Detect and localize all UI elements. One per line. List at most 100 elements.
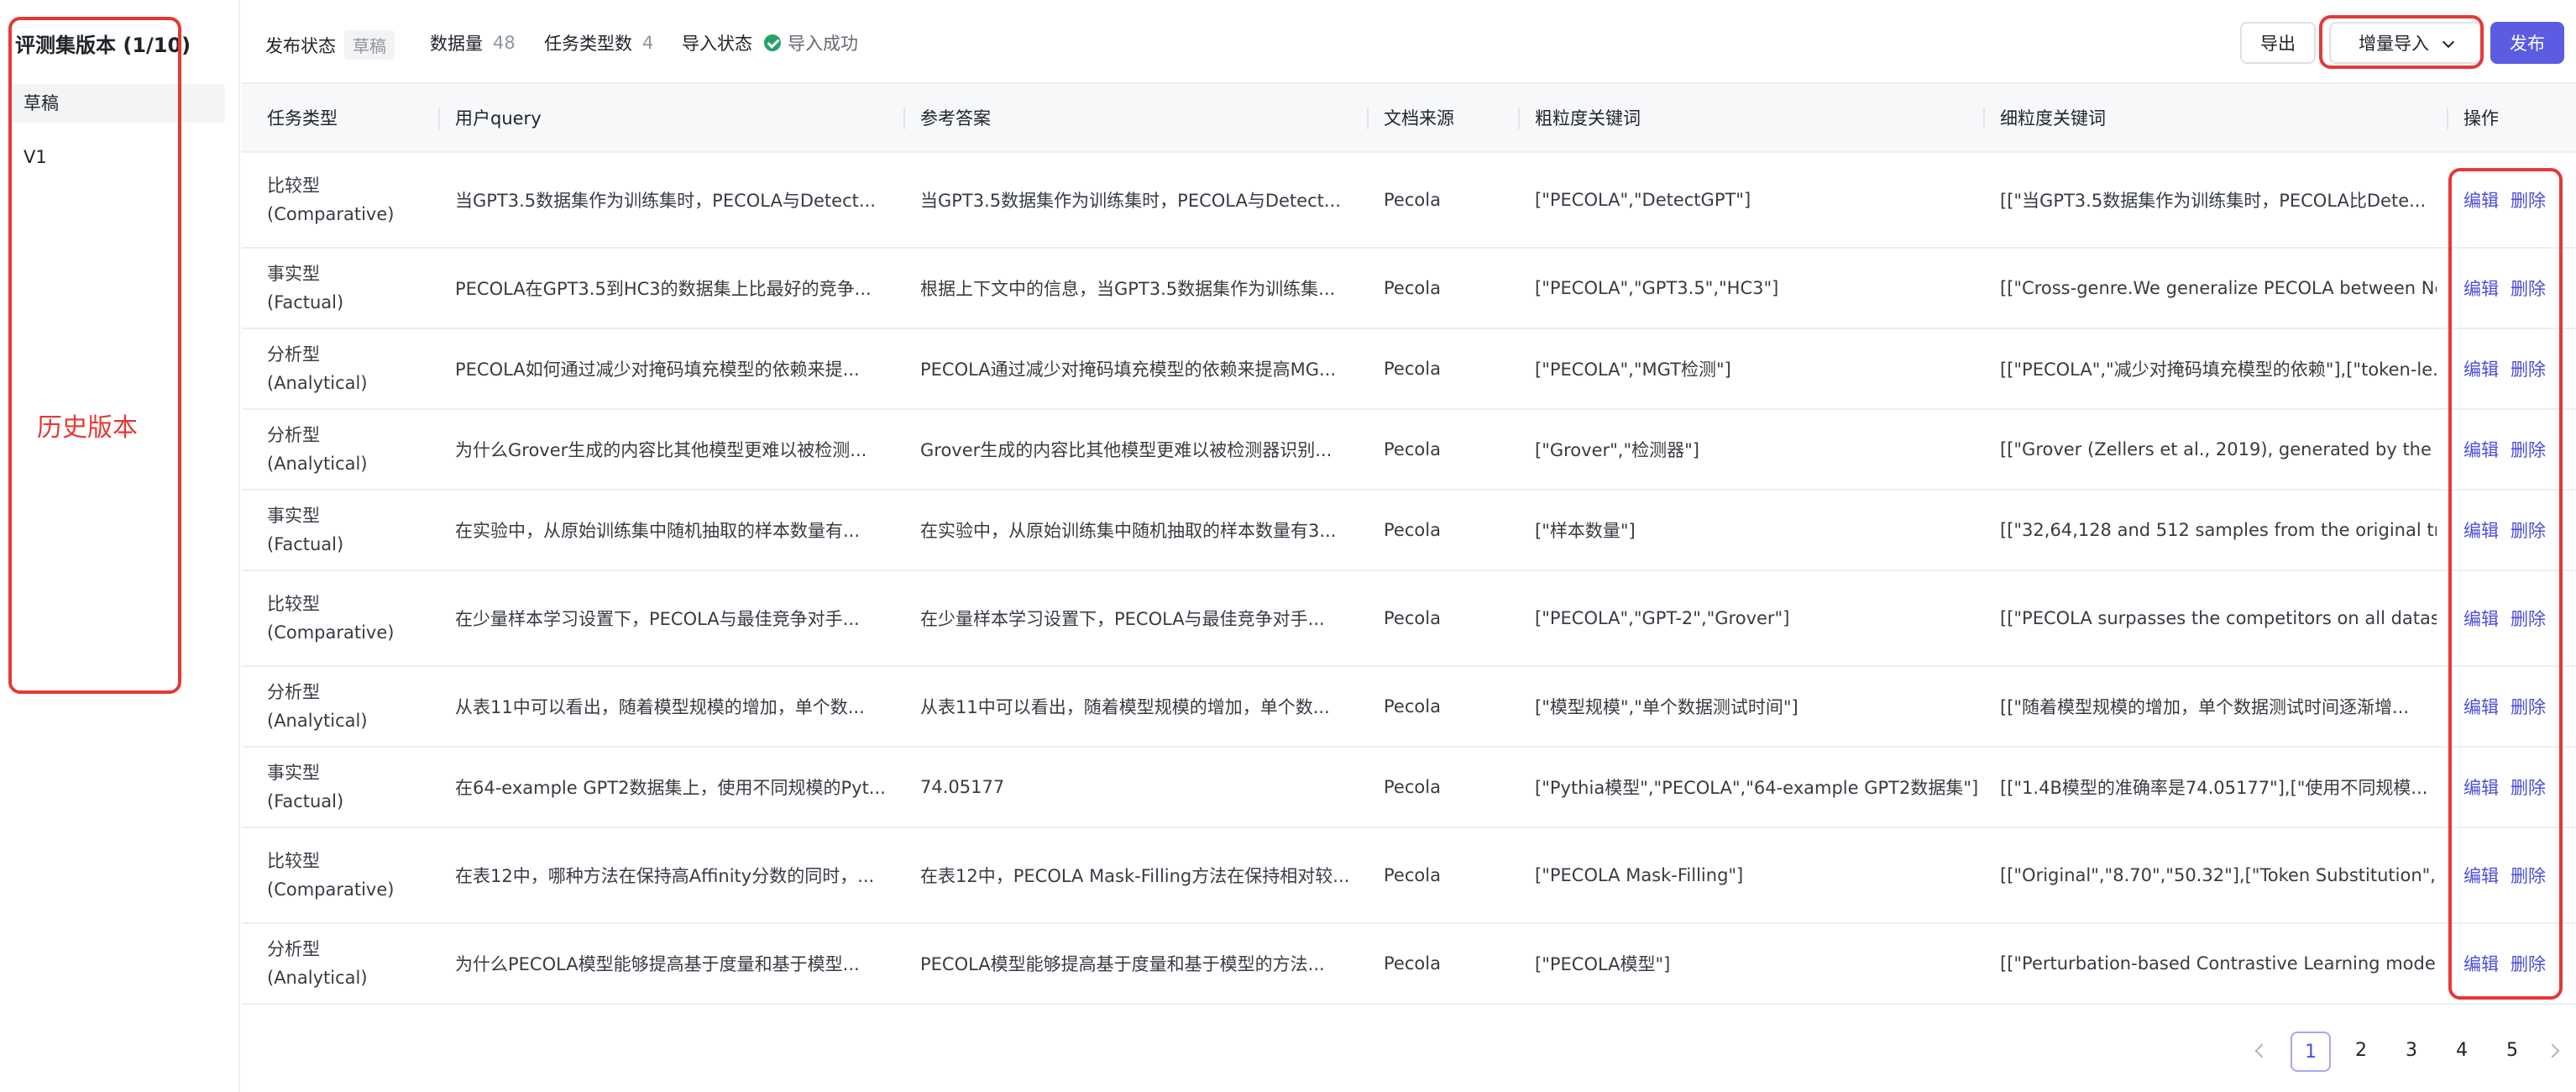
cell-source: Pecola <box>1384 153 1510 247</box>
cell-query-text: PECOLA在GPT3.5到HC3的数据集上比最好的竞争... <box>455 279 872 299</box>
cell-answer: 从表11中可以看出，随着模型规模的增加，单个数... <box>920 667 1357 746</box>
column-header-actions: 操作 <box>2447 84 2499 153</box>
cell-query-text: 当GPT3.5数据集作为训练集时，PECOLA与Detect... <box>455 191 876 211</box>
cell-source: Pecola <box>1384 924 1510 1003</box>
page-button-1[interactable]: 1 <box>2291 1032 2331 1072</box>
cell-answer-text: 在实验中，从原始训练集中随机抽取的样本数量有3... <box>920 521 1337 541</box>
cell-fine-keywords: [["Cross-genre.We generalize PECOLA betw… <box>2000 249 2437 328</box>
cell-fine-keywords: [["Original","8.70","50.32"],["Token Sub… <box>2000 828 2437 922</box>
cell-fine-keywords: [["随着模型规模的增加，单个数据测试时间逐渐增... <box>2000 667 2437 746</box>
delete-link[interactable]: 删除 <box>2511 606 2546 631</box>
version-item-draft[interactable]: 草稿 <box>10 84 225 123</box>
cell-task-type-text: 事实型(Factual) <box>267 264 344 312</box>
delete-link[interactable]: 删除 <box>2511 437 2546 462</box>
data-count: 数据量 48 <box>430 30 516 55</box>
cell-task-type: 事实型(Factual) <box>267 249 435 328</box>
cell-task-type: 事实型(Factual) <box>267 748 435 827</box>
cell-query-text: PECOLA如何通过减少对掩码填充模型的依赖来提... <box>455 360 860 380</box>
delete-link[interactable]: 删除 <box>2511 774 2546 800</box>
cell-answer-text: Grover生成的内容比其他模型更难以被检测器识别... <box>920 440 1333 460</box>
version-item-v1[interactable]: V1 <box>10 138 225 176</box>
cell-task-type: 分析型(Analytical) <box>267 924 435 1003</box>
cell-fine-keywords-text: [["Cross-genre.We generalize PECOLA betw… <box>2000 278 2437 298</box>
cell-source-text: Pecola <box>1384 359 1441 379</box>
cell-task-type-text: 分析型(Analytical) <box>267 344 368 393</box>
cell-answer-text: 根据上下文中的信息，当GPT3.5数据集作为训练集... <box>920 279 1336 299</box>
version-sidebar: 评测集版本 (1/10) 草稿 V1 <box>0 0 240 1092</box>
edit-link[interactable]: 编辑 <box>2463 774 2499 800</box>
table-row: 比较型(Comparative) 当GPT3.5数据集作为训练集时，PECOLA与… <box>242 153 2576 249</box>
cell-fine-keywords-text: [["1.4B模型的准确率是74.05177"],["使用不同规模... <box>2000 778 2428 798</box>
edit-link[interactable]: 编辑 <box>2463 276 2499 301</box>
edit-link[interactable]: 编辑 <box>2463 517 2499 543</box>
delete-link[interactable]: 删除 <box>2511 863 2546 888</box>
cell-answer-text: 在表12中，PECOLA Mask-Filling方法在保持相对较... <box>920 866 1350 886</box>
cell-task-type-text: 比较型(Comparative) <box>267 594 395 643</box>
incremental-import-dropdown[interactable]: 增量导入 <box>2329 22 2482 64</box>
page-button-2[interactable]: 2 <box>2341 1032 2381 1072</box>
edit-link[interactable]: 编辑 <box>2463 356 2499 381</box>
cell-source: Pecola <box>1384 410 1510 489</box>
cell-actions: 编辑 删除 <box>2463 491 2564 570</box>
chevron-down-icon <box>2442 35 2455 49</box>
cell-fine-keywords-text: [["随着模型规模的增加，单个数据测试时间逐渐增... <box>2000 697 2410 717</box>
table-row: 事实型(Factual) PECOLA在GPT3.5到HC3的数据集上比最好的竞争… <box>242 249 2576 329</box>
publish-button[interactable]: 发布 <box>2490 22 2564 64</box>
cell-source-text: Pecola <box>1384 865 1441 885</box>
table-row: 分析型(Analytical) 为什么PECOLA模型能够提高基于度量和基于模型.… <box>242 924 2576 1005</box>
edit-link[interactable]: 编辑 <box>2463 863 2499 888</box>
delete-link[interactable]: 删除 <box>2511 951 2546 976</box>
cell-query: PECOLA在GPT3.5到HC3的数据集上比最好的竞争... <box>455 249 892 328</box>
cell-source: Pecola <box>1384 491 1510 570</box>
cell-coarse-keywords-text: ["PECOLA","GPT-2","Grover"] <box>1535 608 1790 628</box>
cell-coarse-keywords: ["Pythia模型","PECOLA","64-example GPT2数据集… <box>1535 748 1980 827</box>
prev-page-button[interactable] <box>2242 1032 2282 1072</box>
table-row: 比较型(Comparative) 在表12中，哪种方法在保持高Affinity分数… <box>242 828 2576 924</box>
cell-answer: 在表12中，PECOLA Mask-Filling方法在保持相对较... <box>920 828 1357 922</box>
export-button[interactable]: 导出 <box>2240 22 2316 64</box>
table-row: 分析型(Analytical) PECOLA如何通过减少对掩码填充模型的依赖来提.… <box>242 329 2576 410</box>
cell-query-text: 在少量样本学习设置下，PECOLA与最佳竞争对手... <box>455 609 860 629</box>
edit-link[interactable]: 编辑 <box>2463 437 2499 462</box>
cell-query-text: 在表12中，哪种方法在保持高Affinity分数的同时，... <box>455 866 875 886</box>
cell-query: 在64-example GPT2数据集上，使用不同规模的Pyt... <box>455 748 892 827</box>
cell-task-type-text: 分析型(Analytical) <box>267 939 368 988</box>
page-button-4[interactable]: 4 <box>2442 1032 2482 1072</box>
cell-fine-keywords: [["Perturbation-based Contrastive Learni… <box>2000 924 2437 1003</box>
cell-query: 在实验中，从原始训练集中随机抽取的样本数量有... <box>455 491 892 570</box>
column-header-task-type: 任务类型 <box>267 108 338 129</box>
page-button-3[interactable]: 3 <box>2391 1032 2432 1072</box>
edit-link[interactable]: 编辑 <box>2463 187 2499 213</box>
delete-link[interactable]: 删除 <box>2511 517 2546 543</box>
cell-task-type-text: 分析型(Analytical) <box>267 682 368 731</box>
edit-link[interactable]: 编辑 <box>2463 951 2499 976</box>
cell-fine-keywords-text: [["Grover (Zellers et al., 2019), genera… <box>2000 439 2437 459</box>
chevron-left-icon <box>2254 1043 2270 1058</box>
table-row: 分析型(Analytical) 从表11中可以看出，随着模型规模的增加，单个数..… <box>242 667 2576 748</box>
cell-coarse-keywords-text: ["Pythia模型","PECOLA","64-example GPT2数据集… <box>1535 778 1979 798</box>
task-type-count: 任务类型数 4 <box>544 30 653 55</box>
cell-answer-text: 从表11中可以看出，随着模型规模的增加，单个数... <box>920 697 1330 717</box>
delete-link[interactable]: 删除 <box>2511 356 2546 381</box>
cell-fine-keywords-text: [["Perturbation-based Contrastive Learni… <box>2000 953 2437 974</box>
column-header-fine-keywords: 细粒度关键词 <box>1983 84 2106 153</box>
cell-source-text: Pecola <box>1384 608 1441 628</box>
table-body: 比较型(Comparative) 当GPT3.5数据集作为训练集时，PECOLA与… <box>242 153 2576 1005</box>
page-button-5[interactable]: 5 <box>2492 1032 2532 1072</box>
cell-query: 当GPT3.5数据集作为训练集时，PECOLA与Detect... <box>455 153 892 247</box>
cell-coarse-keywords-text: ["PECOLA模型"] <box>1535 954 1671 974</box>
publish-button-label: 发布 <box>2510 34 2545 54</box>
delete-link[interactable]: 删除 <box>2511 276 2546 301</box>
edit-link[interactable]: 编辑 <box>2463 606 2499 631</box>
next-page-button[interactable] <box>2536 1032 2569 1072</box>
delete-link[interactable]: 删除 <box>2511 187 2546 213</box>
data-count-label: 数据量 <box>430 34 483 54</box>
cell-source-text: Pecola <box>1384 777 1441 797</box>
delete-link[interactable]: 删除 <box>2511 694 2546 719</box>
cell-query: 从表11中可以看出，随着模型规模的增加，单个数... <box>455 667 892 746</box>
cell-fine-keywords-text: [["32,64,128 and 512 samples from the or… <box>2000 520 2437 540</box>
cell-coarse-keywords: ["PECOLA","DetectGPT"] <box>1535 153 1980 247</box>
edit-link[interactable]: 编辑 <box>2463 694 2499 719</box>
cell-task-type-text: 事实型(Factual) <box>267 506 344 554</box>
cell-query: 在少量样本学习设置下，PECOLA与最佳竞争对手... <box>455 571 892 665</box>
